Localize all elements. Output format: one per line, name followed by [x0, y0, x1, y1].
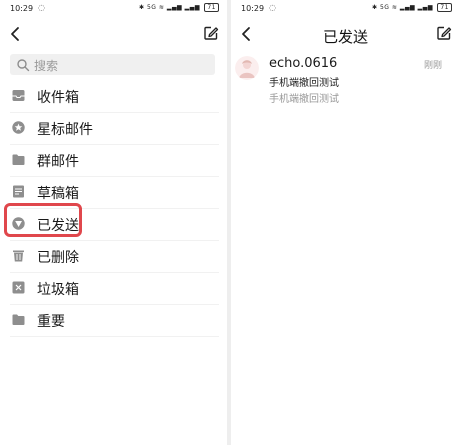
spam-icon	[12, 281, 25, 294]
status-bar: 10:29 ◌ ✱ 5G ≋ ▂▄▆ ▂▄▆ 71	[0, 0, 227, 18]
folder-inbox[interactable]: 收件箱	[10, 81, 219, 113]
system-icons: ✱ 5G ≋ ▂▄▆ ▂▄▆ 71	[372, 3, 452, 12]
folder-label: 垃圾箱	[37, 282, 79, 298]
system-icons: ✱ 5G ≋ ▂▄▆ ▂▄▆ 71	[139, 3, 219, 12]
status-bar: 10:29 ◌ ✱ 5G ≋ ▂▄▆ ▂▄▆ 71	[231, 0, 460, 18]
email-sender: echo.0616	[269, 56, 338, 71]
top-bar: 已发送	[231, 22, 460, 46]
folder-label: 收件箱	[37, 90, 79, 106]
mail-folders-panel: 10:29 ◌ ✱ 5G ≋ ▂▄▆ ▂▄▆ 71 搜索 收件箱 星标邮件 群邮…	[0, 0, 227, 445]
signal-icon: ▂▄▆	[399, 4, 416, 11]
draft-icon	[13, 185, 24, 198]
status-time: 10:29	[241, 4, 265, 13]
signal-icon: ▂▄▆	[166, 4, 183, 11]
folder-spam[interactable]: 垃圾箱	[10, 273, 219, 305]
compose-icon[interactable]	[203, 25, 219, 41]
bluetooth-icon: ✱	[139, 4, 145, 11]
folder-label: 群邮件	[37, 154, 79, 170]
page-title: 已发送	[322, 28, 368, 46]
battery-icon: 71	[437, 3, 452, 12]
star-icon	[12, 121, 25, 134]
folder-icon	[12, 154, 25, 165]
search-input[interactable]: 搜索	[10, 54, 215, 75]
notification-icon: ◌	[38, 3, 45, 12]
bluetooth-icon: ✱	[372, 4, 378, 11]
folder-important[interactable]: 重要	[10, 305, 219, 337]
sent-folder-highlight	[4, 203, 82, 237]
avatar	[235, 56, 259, 80]
search-icon	[17, 59, 30, 72]
back-icon[interactable]	[8, 24, 24, 44]
email-list-item[interactable]: echo.0616 刚刚 手机端撤回测试 手机端撤回测试	[231, 54, 460, 106]
signal-icon-2: ▂▄▆	[184, 4, 200, 11]
search-placeholder: 搜索	[34, 59, 59, 73]
folder-icon	[12, 314, 25, 325]
email-subject: 手机端撤回测试	[269, 78, 339, 89]
wifi-icon: ≋	[158, 4, 165, 11]
notification-icon: ◌	[269, 3, 276, 12]
network-type: 5G	[379, 4, 390, 11]
sent-mail-panel: 10:29 ◌ ✱ 5G ≋ ▂▄▆ ▂▄▆ 71 已发送 echo.0616 …	[231, 0, 460, 445]
folder-label: 已删除	[37, 250, 79, 266]
inbox-icon	[12, 90, 25, 101]
folder-deleted[interactable]: 已删除	[10, 241, 219, 273]
email-preview: 手机端撤回测试	[269, 94, 339, 105]
email-time: 刚刚	[423, 61, 442, 71]
trash-icon	[13, 250, 24, 262]
top-bar	[0, 22, 227, 46]
network-type: 5G	[146, 4, 157, 11]
folder-label: 草稿箱	[37, 186, 79, 202]
folder-label: 重要	[37, 314, 65, 330]
signal-icon-2: ▂▄▆	[417, 4, 433, 11]
folder-starred[interactable]: 星标邮件	[10, 113, 219, 145]
folder-label: 星标邮件	[37, 122, 93, 138]
status-time: 10:29	[10, 4, 34, 13]
wifi-icon: ≋	[391, 4, 398, 11]
folder-group[interactable]: 群邮件	[10, 145, 219, 177]
compose-icon[interactable]	[436, 25, 452, 41]
battery-icon: 71	[204, 3, 219, 12]
